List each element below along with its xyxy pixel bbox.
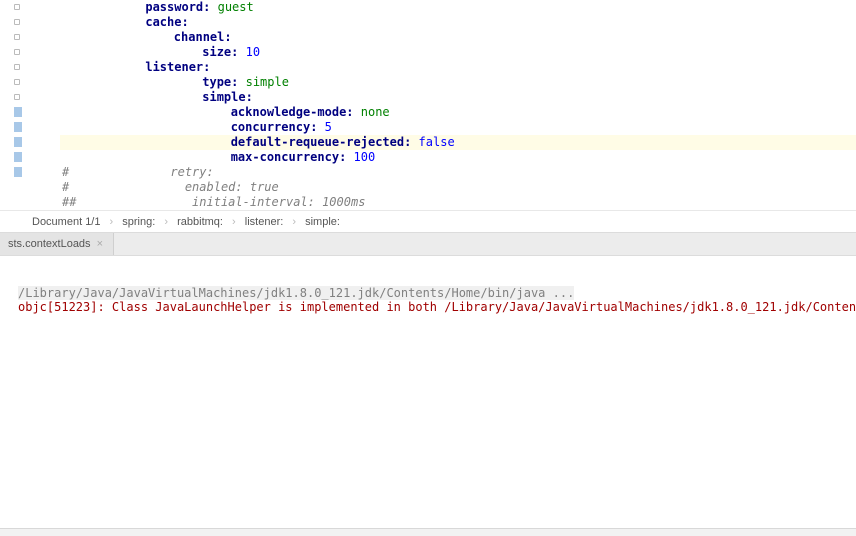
code-line[interactable]: # retry:	[60, 165, 856, 180]
code-line[interactable]: ## initial-interval: 1000ms	[60, 195, 856, 210]
code-line[interactable]: channel:	[60, 30, 856, 45]
console-line: objc[51223]: Class JavaLaunchHelper is i…	[18, 300, 856, 314]
code-line[interactable]: size: 10	[60, 45, 856, 60]
console-output[interactable]: /Library/Java/JavaVirtualMachines/jdk1.8…	[0, 256, 856, 528]
gutter-fold-marker[interactable]	[14, 94, 20, 100]
run-tab[interactable]: sts.contextLoads ×	[0, 233, 114, 255]
gutter-fold-marker[interactable]	[14, 4, 20, 10]
gutter-fold-marker[interactable]	[14, 79, 20, 85]
gutter-fold-marker[interactable]	[14, 19, 20, 25]
code-line[interactable]: concurrency: 5	[60, 120, 856, 135]
breadcrumb-doc: Document 1/1	[32, 216, 100, 228]
code-line[interactable]: max-concurrency: 100	[60, 150, 856, 165]
code-line[interactable]: password: guest	[60, 0, 856, 15]
code-line[interactable]: cache:	[60, 15, 856, 30]
status-bar	[0, 528, 856, 536]
gutter-fold-marker[interactable]	[14, 64, 20, 70]
gutter-change-marker	[14, 137, 22, 147]
breadcrumb-sep: ›	[292, 216, 296, 228]
editor-gutter	[0, 0, 30, 210]
close-icon[interactable]: ×	[97, 238, 103, 250]
gutter-fold-marker[interactable]	[14, 49, 20, 55]
breadcrumb-sep: ›	[164, 216, 168, 228]
breadcrumb-item[interactable]: rabbitmq:	[177, 216, 223, 228]
code-line[interactable]: acknowledge-mode: none	[60, 105, 856, 120]
breadcrumb-item[interactable]: spring:	[122, 216, 155, 228]
breadcrumb-item[interactable]: listener:	[245, 216, 284, 228]
gutter-change-marker	[14, 152, 22, 162]
code-line[interactable]: # enabled: true	[60, 180, 856, 195]
code-lines[interactable]: password: guest cache: channel: size: 10…	[30, 0, 856, 210]
breadcrumb-sep: ›	[232, 216, 236, 228]
breadcrumb-sep: ›	[110, 216, 114, 228]
console-line: /Library/Java/JavaVirtualMachines/jdk1.8…	[18, 286, 574, 300]
gutter-fold-marker[interactable]	[14, 34, 20, 40]
gutter-change-marker	[14, 167, 22, 177]
code-line[interactable]: simple:	[60, 90, 856, 105]
gutter-change-marker	[14, 107, 22, 117]
code-line[interactable]: type: simple	[60, 75, 856, 90]
gutter-change-marker	[14, 122, 22, 132]
run-tab-label: sts.contextLoads	[8, 238, 91, 250]
breadcrumb[interactable]: Document 1/1 › spring: › rabbitmq: › lis…	[0, 210, 856, 232]
code-line[interactable]: listener:	[60, 60, 856, 75]
editor-area[interactable]: password: guest cache: channel: size: 10…	[0, 0, 856, 210]
run-tabs: sts.contextLoads ×	[0, 232, 856, 256]
breadcrumb-item[interactable]: simple:	[305, 216, 340, 228]
code-line[interactable]: default-requeue-rejected: false	[60, 135, 856, 150]
